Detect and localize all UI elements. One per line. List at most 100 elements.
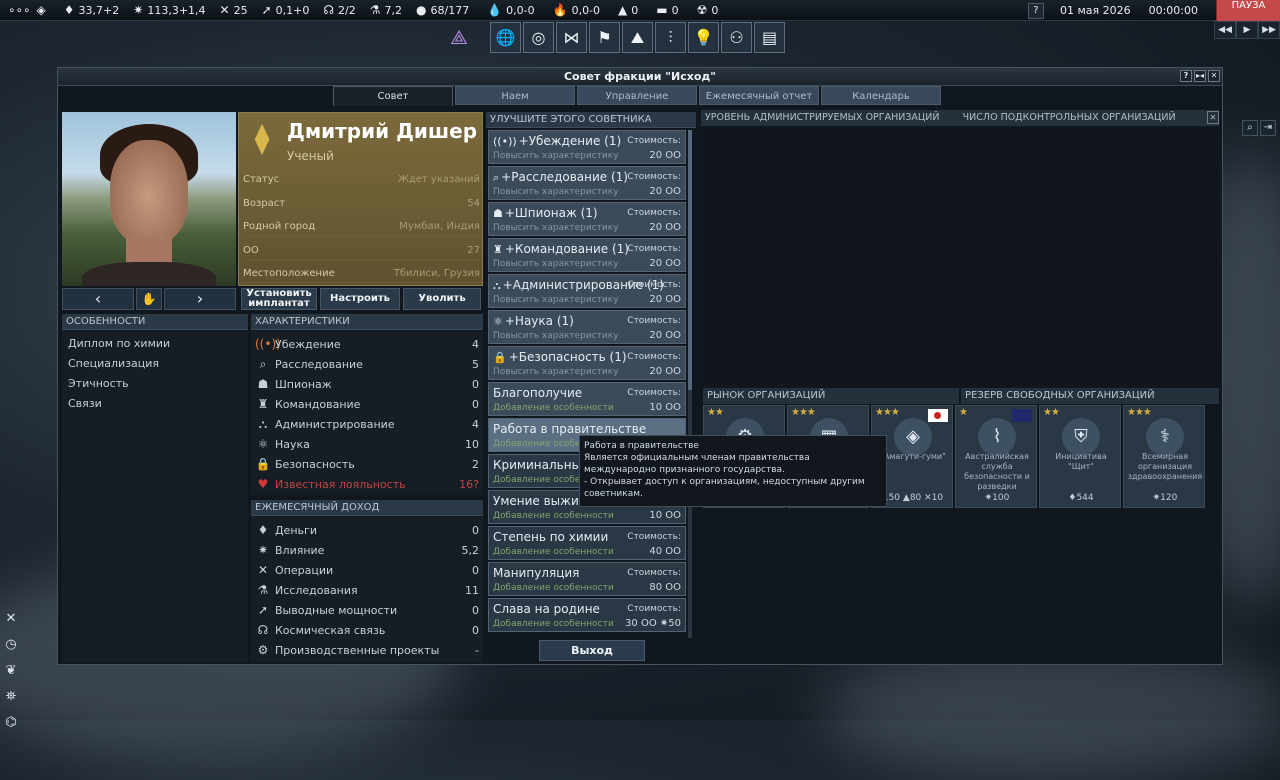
improve-item[interactable]: ((•)) +Убеждение (1) Повысить характеристи… — [488, 130, 686, 164]
councilor-actions: Установить имплантат Настроить Уволить — [241, 288, 481, 310]
target-icon[interactable]: ◎ — [523, 22, 554, 53]
trait-item[interactable]: Диплом по химии — [62, 334, 248, 354]
improve-item[interactable]: 🔒 +Безопасность (1) Повысить характеристик… — [488, 346, 686, 380]
close-icon[interactable]: ✕ — [1208, 70, 1220, 82]
improve-item[interactable]: ☗ +Шпионаж (1) Повысить характеристику Стои… — [488, 202, 686, 236]
stat-icon: ➚ — [257, 603, 269, 617]
menu-dots-icon[interactable]: ∘∘∘ — [8, 3, 31, 17]
influence-icon: ♦ — [63, 3, 75, 17]
trait-item[interactable]: Специализация — [62, 354, 248, 374]
play-button[interactable]: ▶ — [1236, 21, 1258, 39]
org-name: Всемирная организация здравоохранения — [1127, 452, 1203, 481]
improve-item[interactable]: Манипуляция Добавление особенности Стоимос… — [488, 562, 686, 596]
stat-value: 2 — [472, 457, 479, 471]
info-value: 27 — [467, 244, 480, 256]
improve-icon: ⌕ — [493, 171, 500, 184]
sliders-icon[interactable]: ⫶ — [655, 22, 686, 53]
org-card[interactable]: ★ ⌇ Австралийская служба безопасности и ра… — [955, 405, 1037, 508]
close-icon[interactable]: ✕ — [1207, 111, 1219, 124]
configure-button[interactable]: Настроить — [320, 288, 400, 310]
stat-value: 0 — [472, 377, 479, 391]
improve-item[interactable]: ♜ +Командование (1) Повысить характеристик… — [488, 238, 686, 272]
report-icon[interactable]: ▤ — [754, 22, 785, 53]
improve-scrollbar[interactable] — [688, 130, 692, 638]
speed-up-button[interactable]: ▶▶ — [1258, 21, 1280, 39]
cursor-icon[interactable]: ✋ — [136, 288, 162, 310]
network-icon[interactable]: ⋈ — [556, 22, 587, 53]
slow-down-button[interactable]: ◀◀ — [1214, 21, 1236, 39]
improve-item[interactable]: ⌕ +Расследование (1) Повысить характеристи… — [488, 166, 686, 200]
resource-value: 2/2 — [338, 3, 356, 17]
improve-subtitle: Добавление особенности — [493, 403, 614, 413]
improve-subtitle: Добавление особенности — [493, 583, 614, 593]
tab-1[interactable]: Наем — [455, 86, 575, 105]
side-buttons: ⌕ ⇥ — [1242, 120, 1276, 136]
resource-volatiles[interactable]: 🔥 0,0-0 — [553, 3, 600, 17]
brain-icon[interactable]: ⚇ — [721, 22, 752, 53]
globe-icon[interactable]: 🌐 — [490, 22, 521, 53]
left-tool-icon[interactable]: ✕ — [0, 608, 22, 630]
improve-item[interactable]: Благополучие Добавление особенности Стоимо… — [488, 382, 686, 416]
lamp-icon[interactable]: 💡 — [688, 22, 719, 53]
resource-boost[interactable]: ➚ 0,1+0 — [262, 3, 310, 17]
improve-item[interactable]: Слава на родине Добавление особенности Сто… — [488, 598, 686, 632]
councilor-portrait — [62, 112, 236, 286]
trait-item[interactable]: Связи — [62, 394, 248, 414]
tooltip-title: Работа в правительстве — [584, 441, 699, 451]
improve-icon: ((•)) — [493, 135, 517, 148]
collapse-icon[interactable]: ▸◂ — [1194, 70, 1206, 82]
org-card[interactable]: ★★ ⛨ Инициатива "Щит" ♦544 — [1039, 405, 1121, 508]
portrait-navigation: ‹ ✋ › — [62, 288, 236, 310]
improve-item[interactable]: Степень по химии Добавление особенности Ст… — [488, 526, 686, 560]
exit-icon[interactable]: ⇥ — [1260, 120, 1276, 136]
resource-faction-emblem[interactable]: ◈ — [37, 3, 50, 17]
resource-metals[interactable]: ▲ 0 — [618, 3, 638, 17]
stats-row: ⚛ Наука 10 — [251, 434, 483, 454]
improve-item[interactable]: ⛬ +Администрирование (1) Повысить характер… — [488, 274, 686, 308]
noble-metals-icon: ▬ — [656, 3, 668, 17]
flag-icon[interactable]: ⚑ — [589, 22, 620, 53]
resource-research[interactable]: ⚗ 7,2 — [370, 3, 402, 17]
help-button[interactable]: ? — [1027, 2, 1044, 19]
install-implant-button[interactable]: Установить имплантат — [241, 288, 317, 310]
resource-mission-control[interactable]: ☊ 2/2 — [323, 3, 355, 17]
resource-money[interactable]: ● 68/177 — [416, 3, 469, 17]
left-icons: ✕ ◷ ❦ ⛯ ⌬ — [0, 608, 24, 738]
resource-influence[interactable]: ♦ 33,7+2 — [64, 3, 119, 17]
next-councilor-button[interactable]: › — [164, 288, 236, 310]
pause-indicator[interactable]: ПАУЗА — [1216, 0, 1280, 21]
tab-4[interactable]: Календарь — [821, 86, 941, 105]
cost-value: 20 ОО — [649, 294, 681, 305]
tab-org-reserve[interactable]: РЕЗЕРВ СВОБОДНЫХ ОРГАНИЗАЦИЙ — [961, 388, 1219, 404]
stat-label: Известная лояльность — [275, 477, 406, 491]
science-icon[interactable]: ⛰ — [622, 22, 653, 53]
cost-value: 80 ОО — [649, 582, 681, 593]
stat-value: 0 — [472, 563, 479, 577]
left-tool-icon[interactable]: ❦ — [0, 660, 22, 682]
tab-2[interactable]: Управление организациями — [577, 86, 697, 121]
search-icon[interactable]: ⌕ — [1242, 120, 1258, 136]
tab-3[interactable]: Ежемесячный отчет — [699, 86, 819, 105]
resource-operations[interactable]: ✕ 25 — [220, 3, 248, 17]
stat-label: Наука — [275, 437, 310, 451]
resource-ops[interactable]: ✷ 113,3+1,4 — [133, 3, 205, 17]
dismiss-button[interactable]: Уволить — [403, 288, 481, 310]
org-card[interactable]: ★★★ ⚕ Всемирная организация здравоохранени… — [1123, 405, 1205, 508]
faction-logo-icon[interactable]: ⟁ — [447, 25, 471, 49]
resource-water[interactable]: 💧 0,0-0 — [487, 3, 534, 17]
left-tool-icon[interactable]: ◷ — [0, 634, 22, 656]
resource-noble-metals[interactable]: ▬ 0 — [656, 3, 678, 17]
tab-0[interactable]: Совет — [333, 86, 453, 106]
prev-councilor-button[interactable]: ‹ — [62, 288, 134, 310]
trait-item[interactable]: Этичность — [62, 374, 248, 394]
improve-item[interactable]: ⚛ +Наука (1) Повысить характеристику Стоимо… — [488, 310, 686, 344]
help-icon[interactable]: ? — [1180, 70, 1192, 82]
org-stars: ★★ — [707, 407, 724, 418]
resource-fissiles[interactable]: ☢ 0 — [697, 3, 719, 17]
tab-org-market[interactable]: РЫНОК ОРГАНИЗАЦИЙ — [703, 388, 959, 404]
metals-icon: ▲ — [618, 3, 628, 17]
left-tool-icon[interactable]: ⌬ — [0, 712, 22, 734]
market-header: РЫНОК ОРГАНИЗАЦИЙ РЕЗЕРВ СВОБОДНЫХ ОРГАН… — [703, 388, 1219, 404]
left-tool-icon[interactable]: ⛯ — [0, 686, 22, 708]
exit-button[interactable]: Выход — [539, 640, 645, 661]
